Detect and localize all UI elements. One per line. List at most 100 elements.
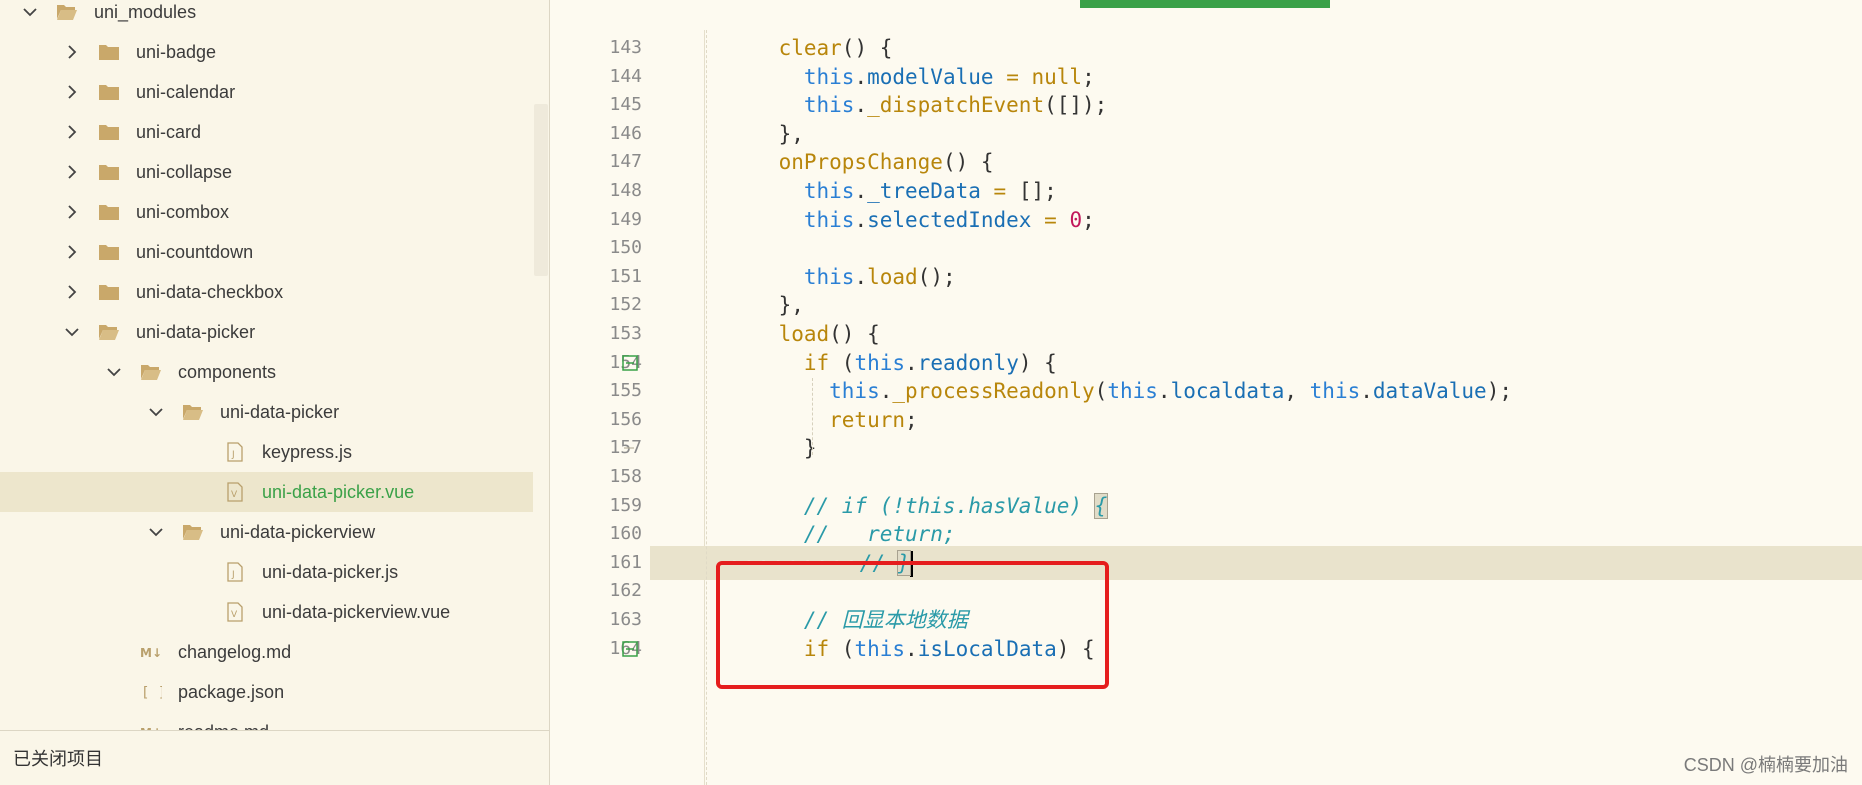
code-token: . [905,350,918,375]
file-tree: uni_modules uni-badge uni-calendar uni-card… [0,0,533,730]
code-token: ([]); [1044,93,1108,118]
tree-file-item[interactable]: Jkeypress.js [0,432,533,472]
code-token: // return; [728,522,956,547]
code-token: load [728,322,830,346]
code-token: this [1309,379,1361,404]
code-token: . [854,64,868,89]
chevron-right-icon[interactable] [62,162,82,182]
chevron-down-icon[interactable] [104,362,124,382]
tree-folder-item[interactable]: uni-data-picker [0,392,533,432]
chevron-down-icon[interactable] [62,322,82,342]
tree-item-label: uni-combox [136,201,230,222]
project-explorer: uni_modules uni-badge uni-calendar uni-card… [0,0,550,785]
chevron-right-icon[interactable] [62,242,82,262]
tree-folder-item[interactable]: uni-calendar [0,72,533,112]
chevron-down-icon[interactable] [146,402,166,422]
code-token: readonly [917,350,1019,375]
code-token: ; [905,407,918,432]
chevron-right-icon[interactable] [62,202,82,222]
code-token: = [993,179,1007,203]
code-token: ; [1082,207,1095,232]
indent-guide [812,378,814,456]
tree-folder-item[interactable]: components [0,352,533,392]
chevron-right-icon[interactable] [62,42,82,62]
code-token: ( [829,350,855,375]
chevron-down-icon[interactable] [20,2,40,22]
tree-folder-item[interactable]: uni-data-picker [0,312,533,352]
code-token: () { [829,322,880,346]
fold-end-icon [624,447,634,449]
code-token: this [728,207,855,232]
code-token: null [1031,64,1083,89]
tree-folder-item[interactable]: uni-countdown [0,232,533,272]
json-file-icon: [ ] [140,682,162,702]
code-token: . [854,264,868,289]
code-token: this [728,64,855,89]
code-token: . [854,207,868,232]
tree-item-label: uni-data-checkbox [136,281,284,302]
tree-file-item[interactable]: Juni-data-picker.js [0,552,533,592]
code-token: } [728,436,817,461]
tree-item-label: uni-badge [136,41,217,62]
tree-folder-item[interactable]: uni-card [0,112,533,152]
tree-folder-item[interactable]: uni-data-pickerview [0,512,533,552]
code-token: onPropsChange [728,150,943,175]
tree-item-label: uni-collapse [136,161,233,182]
code-token: load [867,264,918,289]
code-token: (); [917,264,956,289]
code-token: _dispatchEvent [867,93,1045,118]
matched-brace: { [1093,492,1109,519]
sidebar-scrollbar[interactable] [534,104,548,276]
tree-item-label: uni-countdown [136,241,254,262]
code-token: this [728,93,855,118]
tree-folder-item[interactable]: uni-data-checkbox [0,272,533,312]
chevron-right-icon[interactable] [62,122,82,142]
code-token: this [728,179,855,203]
tree-item-label: package.json [178,681,285,702]
fold-collapse-icon[interactable] [622,354,638,371]
chevron-right-icon[interactable] [62,282,82,302]
folder-icon [182,522,204,542]
closed-projects-label: 已关闭项目 [13,749,103,769]
closed-projects-footer[interactable]: 已关闭项目 [0,730,549,785]
tree-item-label: uni_modules [94,1,197,22]
svg-text:M↓: M↓ [140,646,162,660]
code-token: . [854,93,868,118]
svg-text:V: V [231,610,238,620]
fold-collapse-icon[interactable] [622,640,638,657]
tree-folder-item[interactable]: uni_modules [0,0,533,32]
tree-file-item[interactable]: M↓ changelog.md [0,632,533,672]
chevron-right-icon[interactable] [62,82,82,102]
code-token: _treeData [867,179,981,203]
tree-file-item[interactable]: [ ] package.json [0,672,533,712]
md-file-icon: M↓ [140,722,162,730]
tree-folder-item[interactable]: uni-badge [0,32,533,72]
folder-icon [56,2,78,22]
code-token: if [728,350,830,375]
code-token: []; [1006,179,1057,203]
md-file-icon: M↓ [140,642,162,662]
tree-item-label: uni-data-picker [136,321,256,342]
folder-icon [98,322,120,342]
code-token: () { [942,150,994,175]
tree-item-label: uni-calendar [136,81,236,102]
chevron-down-icon[interactable] [146,522,166,542]
code-token: clear [728,36,842,60]
folder-icon [98,162,120,182]
tree-folder-item[interactable]: uni-combox [0,192,533,232]
code-token: ( [1094,379,1108,404]
tree-file-item[interactable]: M↓ readme.md [0,712,533,731]
code-token: this [728,264,855,289]
tree-file-item[interactable]: Vuni-data-pickerview.vue [0,592,533,632]
tree-folder-item[interactable]: uni-collapse [0,152,533,192]
code-token: ; [1082,64,1095,89]
folder-icon [98,242,120,262]
tree-file-item[interactable]: Vuni-data-picker.vue [0,472,533,512]
vue-file-icon: V [224,602,246,622]
tree-item-label: changelog.md [178,641,292,662]
code-token: this [728,379,880,404]
tree-item-label: uni-data-pickerview.vue [262,601,451,622]
